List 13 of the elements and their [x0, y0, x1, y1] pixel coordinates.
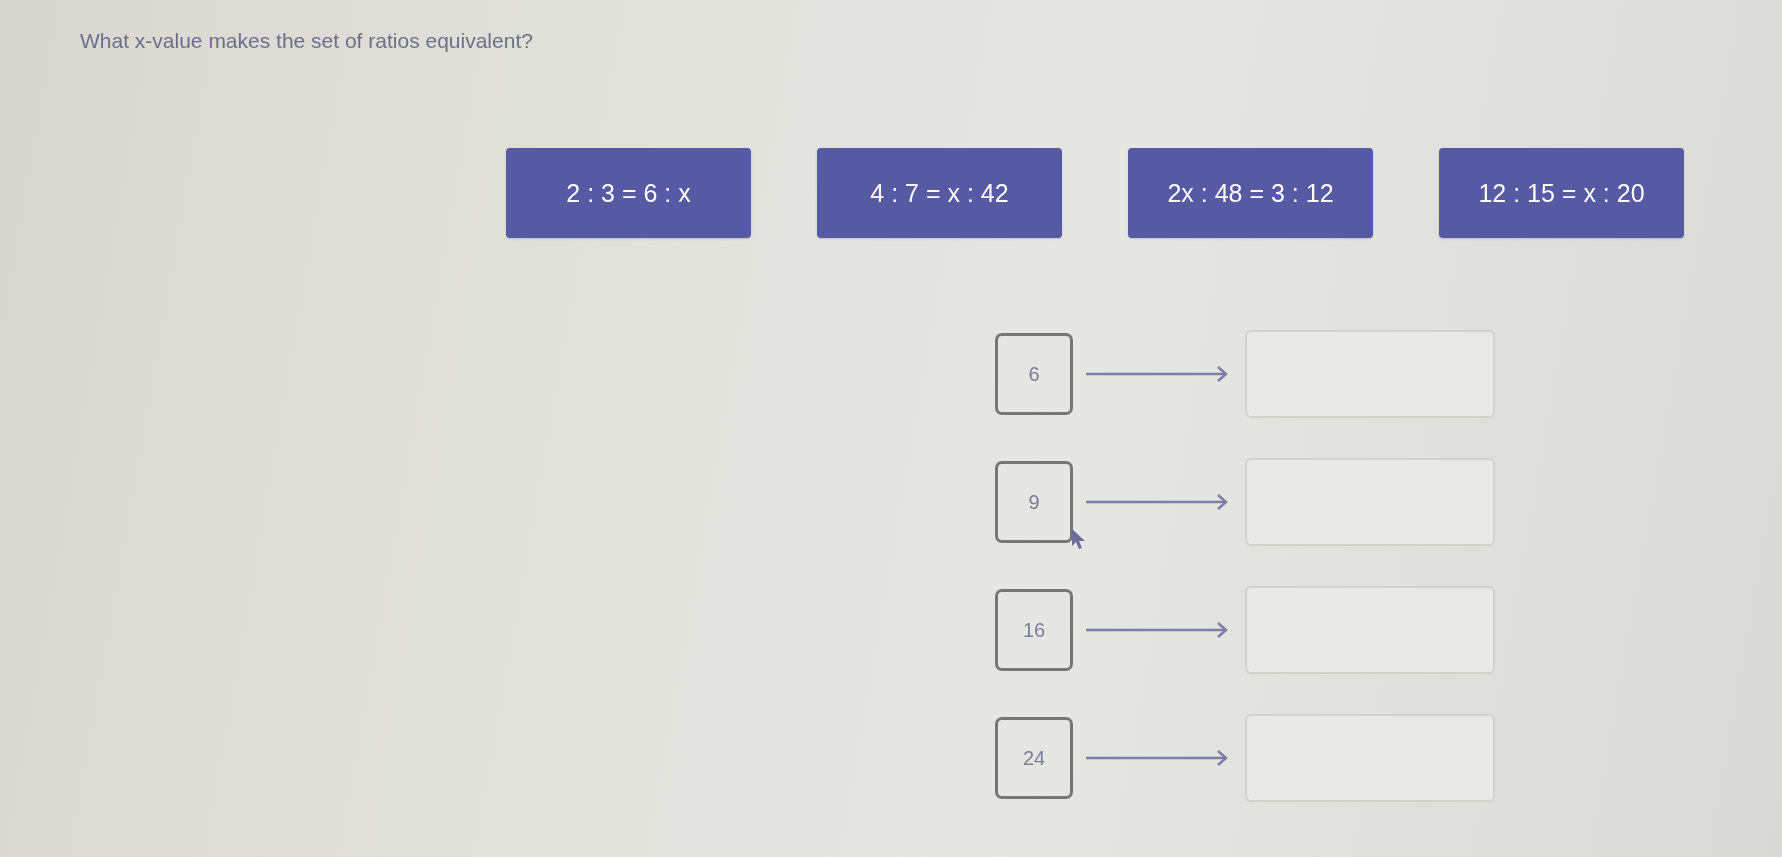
number-box: 24 [995, 717, 1073, 799]
question-text: What x-value makes the set of ratios equivalent? [80, 28, 534, 54]
ratio-tile[interactable]: 12 : 15 = x : 20 [1439, 148, 1684, 238]
ratio-tile[interactable]: 2x : 48 = 3 : 12 [1128, 148, 1373, 238]
number-box: 9 [995, 461, 1073, 543]
number-box: 6 [995, 333, 1073, 415]
drop-box[interactable] [1245, 586, 1495, 674]
ratio-tile[interactable]: 2 : 3 = 6 : x [506, 148, 751, 238]
drop-box[interactable] [1245, 714, 1495, 802]
ratio-tile[interactable]: 4 : 7 = x : 42 [817, 148, 1062, 238]
drop-box[interactable] [1245, 330, 1495, 418]
drop-box[interactable] [1245, 458, 1495, 546]
number-box: 16 [995, 589, 1073, 671]
